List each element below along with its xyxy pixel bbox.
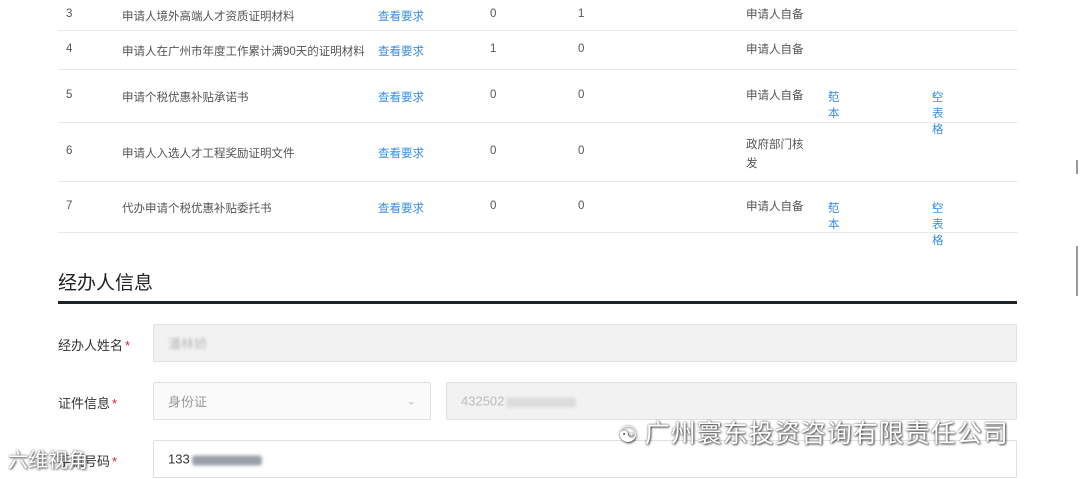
view-requirements-link[interactable]: 查看要求 (378, 145, 424, 161)
copy-count: 0 (578, 200, 585, 212)
redacted-mask (506, 397, 577, 408)
section-title: 经办人信息 (58, 273, 154, 294)
original-count: 0 (490, 145, 497, 157)
original-count: 0 (490, 8, 497, 20)
table-row: 4 申请人在广州市年度工作累计满90天的证明材料 查看要求 1 0 申请人自备 (58, 31, 1018, 70)
table-row: 6 申请人入选人才工程奖励证明文件 查看要求 0 0 政府部门核发 (58, 123, 1018, 182)
material-source: 申请人自备 (746, 9, 804, 21)
chevron-down-icon: ⌄ (406, 395, 416, 408)
row-number: 7 (66, 200, 73, 212)
agent-name-value: 潘林娇 (168, 336, 208, 352)
view-requirements-link[interactable]: 查看要求 (378, 43, 424, 59)
redacted-mask (191, 455, 262, 466)
material-source: 申请人自备 (746, 201, 804, 213)
material-name: 申请人在广州市年度工作累计满90天的证明材料 (122, 46, 365, 58)
material-name: 申请人境外高端人才资质证明材料 (122, 11, 295, 23)
view-requirements-link[interactable]: 查看要求 (378, 200, 424, 216)
original-count: 0 (490, 89, 497, 101)
row-number: 5 (66, 89, 73, 101)
material-name: 代办申请个税优惠补贴委托书 (122, 203, 272, 215)
id-info-label: 证件信息 * (58, 396, 118, 411)
id-type-value: 身份证 (168, 394, 208, 410)
phone-prefix: 133 (168, 451, 190, 467)
scrollbar-mark[interactable] (1076, 160, 1078, 174)
id-number-prefix: 432502 (461, 393, 505, 409)
row-number: 4 (66, 43, 73, 55)
view-requirements-link[interactable]: 查看要求 (378, 89, 424, 105)
copy-count: 0 (578, 145, 585, 157)
original-count: 1 (490, 43, 497, 55)
watermark: ☯ 广州寰东投资咨询有限责任公司 (618, 420, 1009, 448)
original-count: 0 (490, 200, 497, 212)
material-source: 申请人自备 (746, 90, 804, 102)
corner-watermark: 六维视角 (8, 450, 88, 472)
copy-count: 0 (578, 43, 585, 55)
row-number: 3 (66, 8, 73, 20)
required-asterisk: * (112, 396, 118, 411)
materials-table: 3 申请人境外高端人才资质证明材料 查看要求 0 1 申请人自备 4 申请人在广州市年度工作累… (58, 0, 1018, 247)
material-name: 申请个税优惠补贴承诺书 (122, 92, 249, 104)
material-source: 申请人自备 (746, 44, 804, 56)
wechat-icon: ☯ (618, 422, 639, 447)
copy-count: 0 (578, 89, 585, 101)
agent-name-field[interactable]: 潘林娇 (153, 324, 1017, 362)
table-row: 7 代办申请个税优惠补贴委托书 查看要求 0 0 申请人自备 ⤓ 范本 ⤓ 空表格 (58, 182, 1018, 247)
agent-name-label: 经办人姓名 * (58, 338, 131, 353)
copy-count: 1 (578, 8, 585, 20)
required-asterisk: * (112, 454, 118, 469)
required-asterisk: * (125, 338, 131, 353)
table-row: 5 申请个税优惠补贴承诺书 查看要求 0 0 申请人自备 ⤓ 范本 ⤓ 空表格 (58, 70, 1018, 136)
section-divider (58, 301, 1017, 304)
material-name: 申请人入选人才工程奖励证明文件 (122, 148, 295, 160)
id-type-select[interactable]: 身份证 ⌄ (153, 382, 431, 420)
table-row: 3 申请人境外高端人才资质证明材料 查看要求 0 1 申请人自备 (58, 0, 1018, 31)
row-number: 6 (66, 145, 73, 157)
material-source: 政府部门核发 (746, 139, 804, 170)
view-requirements-link[interactable]: 查看要求 (378, 8, 424, 24)
scrollbar-thumb[interactable] (1076, 246, 1078, 296)
